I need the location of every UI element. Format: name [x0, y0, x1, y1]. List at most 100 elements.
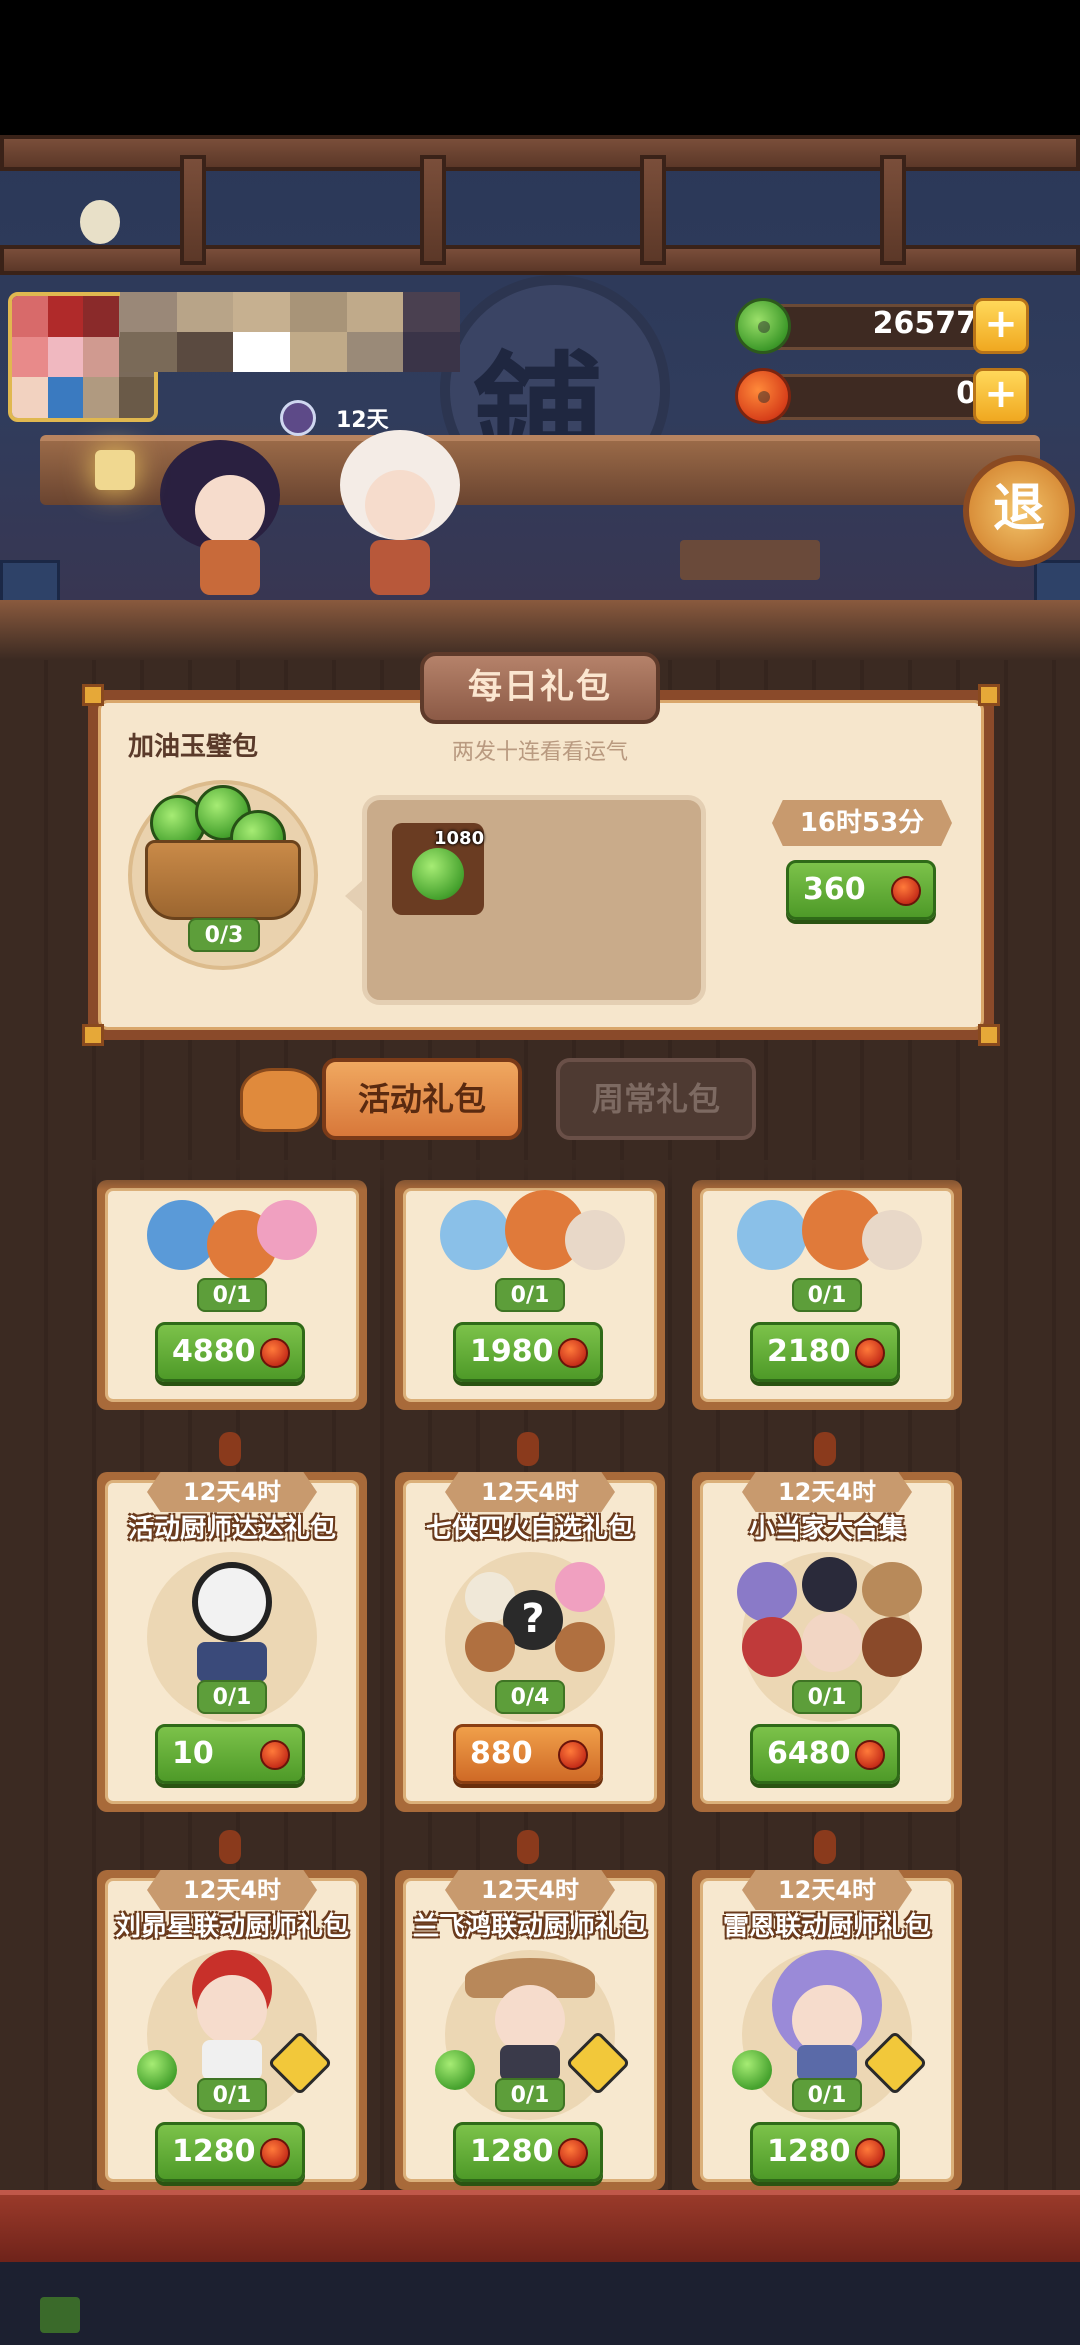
pack-art: [440, 1200, 510, 1270]
add-red-button[interactable]: +: [973, 368, 1029, 424]
red-jade-icon: [260, 2138, 290, 2168]
card-buy-button[interactable]: 880: [453, 1724, 603, 1784]
card-hook: [814, 1432, 836, 1466]
daily-buy-button[interactable]: 360: [786, 860, 936, 920]
card-buy-button[interactable]: 4880: [155, 1322, 305, 1382]
friend-days: 12天: [336, 408, 389, 433]
pack-card[interactable]: 0/1 1980: [395, 1180, 665, 1410]
panel-corner: [978, 684, 1000, 706]
panda-chef-art: [192, 1562, 272, 1642]
exit-button[interactable]: 退: [963, 455, 1075, 567]
card-timer: 12天4时: [147, 1870, 317, 1910]
status-bar-area: [0, 0, 1080, 135]
jade-basket-image: [145, 840, 301, 920]
card-timer: 12天4时: [445, 1870, 615, 1910]
card-hook: [219, 1432, 241, 1466]
pack-card[interactable]: 0/1 2180: [692, 1180, 962, 1410]
pack-art: [465, 1622, 515, 1672]
pack-art: [565, 1210, 625, 1270]
pack-art: [862, 1210, 922, 1270]
card-buy-button[interactable]: 1980: [453, 1322, 603, 1382]
card-hook: [517, 1432, 539, 1466]
friend-avatar[interactable]: [280, 400, 316, 436]
jade-currency: 26577 +: [735, 298, 1035, 354]
red-jade-icon: [735, 368, 791, 424]
card-title: 兰飞鸿联动厨师礼包: [412, 1912, 647, 1942]
card-timer: 12天4时: [445, 1472, 615, 1512]
roof-post: [880, 155, 906, 265]
card-buy-button[interactable]: 2180: [750, 1322, 900, 1382]
red-jade-icon: [891, 876, 921, 906]
card-buy-button[interactable]: 10: [155, 1724, 305, 1784]
price-label: 2180: [767, 1334, 851, 1369]
pack-art: [257, 1200, 317, 1260]
red-jade-icon: [855, 2138, 885, 2168]
chef-face-art: [197, 1975, 267, 2045]
card-hook: [219, 1830, 241, 1864]
red-jade-icon: [855, 1740, 885, 1770]
roof-beam: [0, 135, 1080, 171]
jade-amount: 26577: [872, 306, 977, 341]
daily-title: 每日礼包: [420, 652, 660, 724]
pack-card[interactable]: 12天4时 七侠四火自选礼包 ? 0/4 880: [395, 1472, 665, 1812]
pack-art: [737, 1562, 797, 1622]
jade-icon: [412, 848, 464, 900]
pack-card[interactable]: 0/1 4880: [97, 1180, 367, 1410]
tab-event-packs[interactable]: 活动礼包: [322, 1058, 522, 1140]
pack-card[interactable]: 12天4时 刘昴星联动厨师礼包 0/1 1280: [97, 1870, 367, 2190]
pack-card[interactable]: 12天4时 兰飞鸿联动厨师礼包 0/1 1280: [395, 1870, 665, 2190]
chef-body-art: [202, 2040, 262, 2080]
card-buy-button[interactable]: 1280: [750, 2122, 900, 2182]
card-title: 雷恩联动厨师礼包: [722, 1912, 931, 1942]
pack-art: [147, 1200, 217, 1270]
pack-art: [555, 1622, 605, 1672]
red-jade-icon: [558, 1740, 588, 1770]
price-label: 10: [172, 1736, 214, 1771]
add-jade-button[interactable]: +: [973, 298, 1029, 354]
card-progress: 0/1: [792, 2078, 862, 2112]
daily-progress: 0/3: [188, 918, 260, 952]
card-timer: 12天4时: [742, 1472, 912, 1512]
card-progress: 0/1: [197, 1680, 267, 1714]
card-progress: 0/1: [197, 2078, 267, 2112]
pack-card[interactable]: 12天4时 小当家大合集 0/1 6480: [692, 1472, 962, 1812]
card-buy-button[interactable]: 1280: [453, 2122, 603, 2182]
card-title: 七侠四火自选礼包: [425, 1514, 634, 1544]
chef-body-art: [797, 2045, 857, 2081]
chef-body-right: [370, 540, 430, 595]
tab-weekly-packs[interactable]: 周常礼包: [556, 1058, 756, 1140]
reward-item-count: 1080: [434, 828, 485, 849]
red-jade-icon: [855, 1338, 885, 1368]
lantern-decoration: [95, 450, 135, 490]
pack-card[interactable]: 12天4时 雷恩联动厨师礼包 0/1 1280: [692, 1870, 962, 2190]
red-jade-icon: [260, 1740, 290, 1770]
card-title: 刘昴星联动厨师礼包: [114, 1912, 349, 1942]
card-buy-button[interactable]: 1280: [155, 2122, 305, 2182]
card-progress: 0/1: [495, 1278, 565, 1312]
card-progress: 0/1: [197, 1278, 267, 1312]
jade-icon: [732, 2050, 772, 2090]
pack-art: [802, 1557, 857, 1612]
panel-corner: [82, 1024, 104, 1046]
pack-art: [737, 1200, 807, 1270]
price-label: 4880: [172, 1334, 256, 1369]
pack-art: [742, 1617, 802, 1677]
player-name-blurred: [120, 292, 461, 332]
price-label: 6480: [767, 1736, 851, 1771]
red-jade-icon: [260, 1338, 290, 1368]
roof-beam: [0, 245, 1080, 275]
roof-post: [420, 155, 446, 265]
counter-edge: [0, 600, 1080, 660]
panel-corner: [978, 1024, 1000, 1046]
roof-post: [180, 155, 206, 265]
price-label: 1980: [470, 1334, 554, 1369]
pack-art: [862, 1562, 922, 1617]
chef-body-art: [500, 2045, 560, 2081]
red-jade-icon: [558, 1338, 588, 1368]
bubble-tail: [345, 880, 363, 912]
card-timer: 12天4时: [147, 1472, 317, 1512]
card-buy-button[interactable]: 6480: [750, 1724, 900, 1784]
pack-card[interactable]: 12天4时 活动厨师达达礼包 0/1 10: [97, 1472, 367, 1812]
daily-pack-name: 加油玉璧包: [128, 732, 259, 762]
panda-chef-body: [197, 1642, 267, 1682]
